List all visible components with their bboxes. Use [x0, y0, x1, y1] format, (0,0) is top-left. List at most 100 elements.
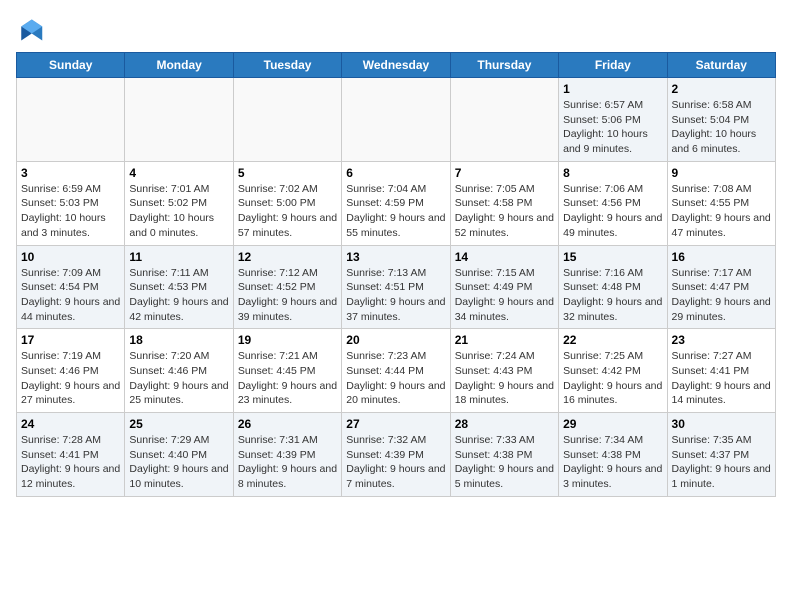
day-number: 6 — [346, 166, 445, 180]
header-day-saturday: Saturday — [667, 53, 775, 78]
day-info: Sunrise: 7:13 AM Sunset: 4:51 PM Dayligh… — [346, 266, 445, 325]
calendar-cell: 17 Sunrise: 7:19 AM Sunset: 4:46 PM Dayli… — [17, 329, 125, 413]
day-number: 20 — [346, 333, 445, 347]
day-number: 28 — [455, 417, 554, 431]
day-number: 30 — [672, 417, 771, 431]
header-day-sunday: Sunday — [17, 53, 125, 78]
day-info: Sunrise: 7:24 AM Sunset: 4:43 PM Dayligh… — [455, 349, 554, 408]
header-day-friday: Friday — [559, 53, 667, 78]
day-number: 19 — [238, 333, 337, 347]
day-number: 26 — [238, 417, 337, 431]
day-info: Sunrise: 7:02 AM Sunset: 5:00 PM Dayligh… — [238, 182, 337, 241]
day-info: Sunrise: 7:33 AM Sunset: 4:38 PM Dayligh… — [455, 433, 554, 492]
day-info: Sunrise: 7:31 AM Sunset: 4:39 PM Dayligh… — [238, 433, 337, 492]
calendar-cell: 27 Sunrise: 7:32 AM Sunset: 4:39 PM Dayli… — [342, 413, 450, 497]
day-number: 27 — [346, 417, 445, 431]
day-info: Sunrise: 7:34 AM Sunset: 4:38 PM Dayligh… — [563, 433, 662, 492]
day-info: Sunrise: 7:15 AM Sunset: 4:49 PM Dayligh… — [455, 266, 554, 325]
calendar-cell: 22Sunrise: 7:25 AM Sunset: 4:42 PM Dayli… — [559, 329, 667, 413]
logo — [16, 16, 48, 44]
calendar-week-4: 17 Sunrise: 7:19 AM Sunset: 4:46 PM Dayli… — [17, 329, 776, 413]
day-number: 24 — [21, 417, 120, 431]
calendar-cell — [342, 78, 450, 162]
day-info: Sunrise: 6:58 AM Sunset: 5:04 PM Dayligh… — [672, 98, 771, 157]
header-day-monday: Monday — [125, 53, 233, 78]
calendar-cell: 7 Sunrise: 7:05 AM Sunset: 4:58 PM Daylig… — [450, 161, 558, 245]
calendar-cell: 19 Sunrise: 7:21 AM Sunset: 4:45 PM Dayli… — [233, 329, 341, 413]
calendar-cell — [233, 78, 341, 162]
calendar-week-3: 10 Sunrise: 7:09 AM Sunset: 4:54 PM Dayli… — [17, 245, 776, 329]
day-number: 15 — [563, 250, 662, 264]
calendar-cell: 3 Sunrise: 6:59 AM Sunset: 5:03 PM Daylig… — [17, 161, 125, 245]
page-header — [16, 16, 776, 44]
day-number: 5 — [238, 166, 337, 180]
calendar-header: SundayMondayTuesdayWednesdayThursdayFrid… — [17, 53, 776, 78]
day-info: Sunrise: 7:32 AM Sunset: 4:39 PM Dayligh… — [346, 433, 445, 492]
day-info: Sunrise: 7:27 AM Sunset: 4:41 PM Dayligh… — [672, 349, 771, 408]
day-info: Sunrise: 6:59 AM Sunset: 5:03 PM Dayligh… — [21, 182, 120, 241]
calendar-week-5: 24 Sunrise: 7:28 AM Sunset: 4:41 PM Dayli… — [17, 413, 776, 497]
calendar-cell: 26 Sunrise: 7:31 AM Sunset: 4:39 PM Dayli… — [233, 413, 341, 497]
calendar-cell: 25Sunrise: 7:29 AM Sunset: 4:40 PM Dayli… — [125, 413, 233, 497]
day-number: 2 — [672, 82, 771, 96]
calendar-week-1: 1Sunrise: 6:57 AM Sunset: 5:06 PM Daylig… — [17, 78, 776, 162]
day-info: Sunrise: 7:21 AM Sunset: 4:45 PM Dayligh… — [238, 349, 337, 408]
day-info: Sunrise: 7:09 AM Sunset: 4:54 PM Dayligh… — [21, 266, 120, 325]
calendar-cell: 9 Sunrise: 7:08 AM Sunset: 4:55 PM Daylig… — [667, 161, 775, 245]
calendar-cell: 29 Sunrise: 7:34 AM Sunset: 4:38 PM Dayli… — [559, 413, 667, 497]
calendar-cell: 14Sunrise: 7:15 AM Sunset: 4:49 PM Dayli… — [450, 245, 558, 329]
day-number: 17 — [21, 333, 120, 347]
day-info: Sunrise: 7:08 AM Sunset: 4:55 PM Dayligh… — [672, 182, 771, 241]
day-number: 29 — [563, 417, 662, 431]
day-number: 3 — [21, 166, 120, 180]
calendar-cell: 21 Sunrise: 7:24 AM Sunset: 4:43 PM Dayli… — [450, 329, 558, 413]
day-number: 8 — [563, 166, 662, 180]
header-day-wednesday: Wednesday — [342, 53, 450, 78]
day-info: Sunrise: 7:01 AM Sunset: 5:02 PM Dayligh… — [129, 182, 228, 241]
day-number: 13 — [346, 250, 445, 264]
day-info: Sunrise: 7:19 AM Sunset: 4:46 PM Dayligh… — [21, 349, 120, 408]
day-number: 11 — [129, 250, 228, 264]
day-number: 22 — [563, 333, 662, 347]
day-number: 23 — [672, 333, 771, 347]
day-info: Sunrise: 7:23 AM Sunset: 4:44 PM Dayligh… — [346, 349, 445, 408]
day-number: 4 — [129, 166, 228, 180]
calendar-cell: 1Sunrise: 6:57 AM Sunset: 5:06 PM Daylig… — [559, 78, 667, 162]
logo-icon — [16, 16, 44, 44]
calendar-cell: 23 Sunrise: 7:27 AM Sunset: 4:41 PM Dayli… — [667, 329, 775, 413]
calendar-cell: 16 Sunrise: 7:17 AM Sunset: 4:47 PM Dayli… — [667, 245, 775, 329]
day-info: Sunrise: 7:12 AM Sunset: 4:52 PM Dayligh… — [238, 266, 337, 325]
day-number: 18 — [129, 333, 228, 347]
day-info: Sunrise: 7:20 AM Sunset: 4:46 PM Dayligh… — [129, 349, 228, 408]
day-number: 10 — [21, 250, 120, 264]
day-number: 9 — [672, 166, 771, 180]
day-number: 12 — [238, 250, 337, 264]
calendar-cell: 15 Sunrise: 7:16 AM Sunset: 4:48 PM Dayli… — [559, 245, 667, 329]
calendar-cell: 18 Sunrise: 7:20 AM Sunset: 4:46 PM Dayli… — [125, 329, 233, 413]
calendar-cell: 10 Sunrise: 7:09 AM Sunset: 4:54 PM Dayli… — [17, 245, 125, 329]
day-info: Sunrise: 7:29 AM Sunset: 4:40 PM Dayligh… — [129, 433, 228, 492]
day-info: Sunrise: 7:16 AM Sunset: 4:48 PM Dayligh… — [563, 266, 662, 325]
day-info: Sunrise: 7:35 AM Sunset: 4:37 PM Dayligh… — [672, 433, 771, 492]
day-info: Sunrise: 7:11 AM Sunset: 4:53 PM Dayligh… — [129, 266, 228, 325]
calendar-cell: 11 Sunrise: 7:11 AM Sunset: 4:53 PM Dayli… — [125, 245, 233, 329]
calendar-week-2: 3 Sunrise: 6:59 AM Sunset: 5:03 PM Daylig… — [17, 161, 776, 245]
day-number: 7 — [455, 166, 554, 180]
day-number: 16 — [672, 250, 771, 264]
day-number: 21 — [455, 333, 554, 347]
day-info: Sunrise: 7:06 AM Sunset: 4:56 PM Dayligh… — [563, 182, 662, 241]
day-info: Sunrise: 7:05 AM Sunset: 4:58 PM Dayligh… — [455, 182, 554, 241]
calendar-cell — [17, 78, 125, 162]
day-info: Sunrise: 6:57 AM Sunset: 5:06 PM Dayligh… — [563, 98, 662, 157]
calendar-body: 1Sunrise: 6:57 AM Sunset: 5:06 PM Daylig… — [17, 78, 776, 497]
day-info: Sunrise: 7:28 AM Sunset: 4:41 PM Dayligh… — [21, 433, 120, 492]
calendar-cell — [450, 78, 558, 162]
day-info: Sunrise: 7:17 AM Sunset: 4:47 PM Dayligh… — [672, 266, 771, 325]
calendar-cell: 12 Sunrise: 7:12 AM Sunset: 4:52 PM Dayli… — [233, 245, 341, 329]
header-row: SundayMondayTuesdayWednesdayThursdayFrid… — [17, 53, 776, 78]
calendar-cell: 13 Sunrise: 7:13 AM Sunset: 4:51 PM Dayli… — [342, 245, 450, 329]
day-info: Sunrise: 7:04 AM Sunset: 4:59 PM Dayligh… — [346, 182, 445, 241]
calendar-table: SundayMondayTuesdayWednesdayThursdayFrid… — [16, 52, 776, 497]
calendar-cell: 30 Sunrise: 7:35 AM Sunset: 4:37 PM Dayli… — [667, 413, 775, 497]
calendar-cell: 28 Sunrise: 7:33 AM Sunset: 4:38 PM Dayli… — [450, 413, 558, 497]
